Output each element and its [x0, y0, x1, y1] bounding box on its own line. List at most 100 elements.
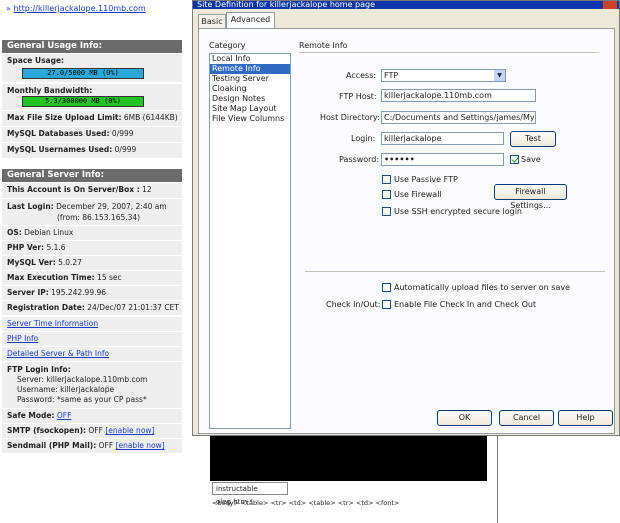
access-value: FTP	[384, 71, 399, 80]
password-label: Password:	[339, 155, 380, 164]
ftp-info-label: FTP Login Info:	[7, 365, 71, 374]
ftp-server: Server: killerjackalope.110mb.com	[17, 375, 148, 384]
last-login-row: Last Login: December 29, 2007, 2:40 am (…	[2, 199, 182, 226]
category-list[interactable]: Local Info Remote Info Testing Server Cl…	[209, 53, 291, 429]
firewall-settings-button[interactable]: Firewall Settings...	[494, 184, 567, 210]
access-label: Access:	[346, 71, 377, 80]
close-icon[interactable]	[603, 1, 617, 9]
ssh-label: Use SSH encrypted secure login	[394, 207, 522, 216]
firewall-label: Use Firewall	[394, 190, 442, 199]
side-panel-strip	[487, 436, 620, 523]
server-box-value: 12	[142, 185, 152, 194]
tab-basic[interactable]: Basic	[198, 14, 226, 28]
dialog-title-bar[interactable]: Site Definition for killerjackalope home…	[193, 1, 619, 9]
editor-canvas[interactable]	[210, 436, 487, 481]
dialog-title: Site Definition for killerjackalope home…	[197, 1, 376, 9]
upload-limit-value: 6MB (6144KB)	[123, 113, 178, 122]
smtp-label: SMTP (fsockopen):	[7, 426, 87, 435]
site-link-row: » http://killerjackalope.110mb.com	[6, 4, 146, 13]
bandwidth-label: Monthly Bandwidth:	[7, 86, 93, 95]
category-testing-server[interactable]: Testing Server	[210, 74, 290, 84]
site-url-link[interactable]: http://killerjackalope.110mb.com	[13, 4, 145, 13]
ftp-host-field[interactable]: killerjackalope.110mb.com	[381, 89, 536, 102]
mysql-ver-value: 5.0.27	[58, 258, 82, 267]
space-usage-bar: 27.0/5000 MB (0%)	[22, 68, 144, 79]
save-password-checkbox[interactable]	[510, 155, 519, 164]
login-label: Login:	[351, 134, 376, 143]
host-directory-label: Host Directory:	[320, 113, 380, 122]
server-box-label: This Account is On Server/Box :	[7, 185, 140, 194]
chevron-down-icon[interactable]: ▼	[494, 70, 505, 81]
mysql-ver-label: MySQL Ver:	[7, 258, 56, 267]
ssh-checkbox[interactable]	[382, 207, 391, 216]
advanced-tab-panel: Category Local Info Remote Info Testing …	[198, 28, 615, 434]
ftp-host-label: FTP Host:	[339, 92, 377, 101]
smtp-row: SMTP (fsockopen): OFF [enable now]	[2, 424, 182, 439]
cancel-button[interactable]: Cancel	[499, 410, 554, 426]
access-select[interactable]: FTP ▼	[381, 69, 506, 82]
host-directory-field[interactable]: C:/Documents and Settings/james/My Do	[381, 111, 536, 124]
category-label: Category	[209, 41, 246, 50]
help-button[interactable]: Help	[558, 410, 613, 426]
upload-limit-row: Max File Size Upload Limit: 6MB (6144KB)	[2, 111, 182, 127]
php-info-link[interactable]: PHP Info	[7, 334, 38, 343]
server-box-row: This Account is On Server/Box : 12	[2, 183, 182, 199]
reg-date-label: Registration Date:	[7, 303, 85, 312]
exec-time-value: 15 sec	[97, 273, 122, 282]
passive-ftp-checkbox[interactable]	[382, 175, 391, 184]
php-ver-label: PHP Ver:	[7, 243, 45, 252]
safe-mode-link[interactable]: OFF	[57, 411, 72, 420]
upload-limit-label: Max File Size Upload Limit:	[7, 113, 122, 122]
server-time-row: Server Time Information	[2, 317, 182, 332]
category-design-notes[interactable]: Design Notes	[210, 94, 290, 104]
mysql-db-label: MySQL Databases Used:	[7, 129, 110, 138]
php-ver-value: 5.1.6	[46, 243, 66, 252]
os-value: Debian Linux	[24, 228, 74, 237]
last-login-value: December 29, 2007, 2:40 am	[56, 202, 167, 211]
safe-mode-row: Safe Mode: OFF	[2, 409, 182, 424]
mysql-ver-row: MySQL Ver: 5.0.27	[2, 256, 182, 271]
auto-upload-label: Automatically upload files to server on …	[394, 283, 571, 292]
check-in-out-checkbox[interactable]	[382, 300, 391, 309]
reg-date-value: 24/Dec/07 21:01:37 CET	[87, 303, 179, 312]
os-label: OS:	[7, 228, 22, 237]
auto-upload-checkbox[interactable]	[382, 283, 391, 292]
exec-time-row: Max Execution Time: 15 sec	[2, 271, 182, 286]
sendmail-value: OFF	[98, 441, 114, 450]
test-button[interactable]: Test	[510, 131, 556, 147]
smtp-value: OFF	[88, 426, 103, 435]
category-file-view-columns[interactable]: File View Columns	[210, 114, 290, 124]
document-tab[interactable]: instructable oleg.htm *	[212, 482, 288, 506]
server-time-link[interactable]: Server Time Information	[7, 319, 98, 328]
ftp-username: Username: killerjackalope	[17, 385, 115, 394]
smtp-enable-link[interactable]: [enable now]	[105, 426, 154, 435]
mysql-db-value: 0/999	[111, 129, 134, 138]
tag-selector-bar[interactable]: <body> <table> <tr> <td> <table> <tr> <t…	[210, 496, 489, 510]
last-login-label: Last Login:	[7, 202, 54, 211]
mysql-user-row: MySQL Usernames Used: 0/999	[2, 143, 182, 159]
safe-mode-label: Safe Mode:	[7, 411, 55, 420]
server-ip-label: Server IP:	[7, 288, 49, 297]
exec-time-label: Max Execution Time:	[7, 273, 95, 282]
category-local-info[interactable]: Local Info	[210, 54, 290, 64]
ok-button[interactable]: OK	[437, 410, 492, 426]
login-field[interactable]: killerjackalope	[381, 132, 504, 145]
check-in-out-label: Check In/Out:	[326, 300, 381, 309]
server-ip-value: 195.242.99.96	[51, 288, 107, 297]
server-header: General Server Info:	[2, 169, 182, 182]
category-cloaking[interactable]: Cloaking	[210, 84, 290, 94]
category-site-map-layout[interactable]: Site Map Layout	[210, 104, 290, 114]
options-divider	[305, 271, 605, 272]
path-info-link[interactable]: Detailed Server & Path Info	[7, 349, 109, 358]
category-remote-info[interactable]: Remote Info	[210, 64, 290, 74]
sendmail-enable-link[interactable]: [enable now]	[116, 441, 165, 450]
reg-date-row: Registration Date: 24/Dec/07 21:01:37 CE…	[2, 301, 182, 316]
os-row: OS: Debian Linux	[2, 226, 182, 241]
bandwidth-bar: 5.3/300000 MB (0%)	[22, 96, 144, 107]
hosting-info-panel: » http://killerjackalope.110mb.com Gener…	[0, 0, 184, 523]
password-field[interactable]: ••••••	[381, 153, 504, 166]
mysql-db-row: MySQL Databases Used: 0/999	[2, 127, 182, 143]
tab-advanced[interactable]: Advanced	[226, 12, 275, 29]
last-login-ip: (from: 86.153.165.34)	[57, 213, 141, 222]
firewall-checkbox[interactable]	[382, 190, 391, 199]
